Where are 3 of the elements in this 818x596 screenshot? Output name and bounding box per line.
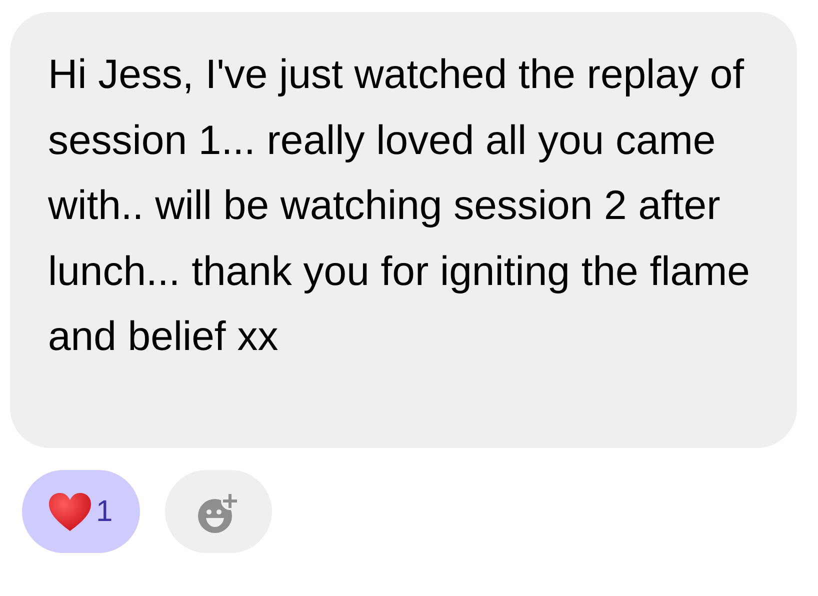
message-text: Hi Jess, I've just watched the replay of session 1... really loved all you came with.. will be watching session 2 after lunch... thank you for igniting the flame and belief xx [48,50,751,361]
heart-reaction[interactable]: 1 [22,470,140,553]
heart-icon [48,492,92,532]
